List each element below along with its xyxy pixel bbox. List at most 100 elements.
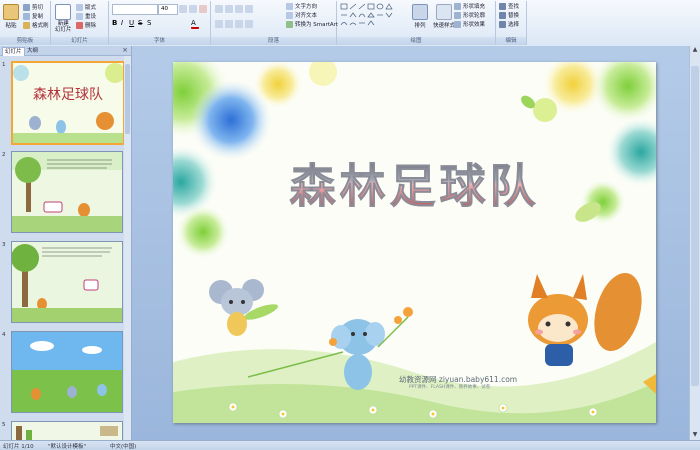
font-color-icon[interactable]: A xyxy=(191,19,199,29)
reset-icon xyxy=(76,12,83,20)
slide-background-art xyxy=(173,62,656,423)
slide-number: 2 xyxy=(2,152,6,158)
ribbon: 粘贴 剪切 复制 格式刷 剪贴板 新建 幻灯片 版式 重设 删除 幻灯片 40 … xyxy=(0,0,700,47)
thumbnail-scrollbar-thumb[interactable] xyxy=(125,64,130,134)
paste-icon xyxy=(3,4,19,20)
clipboard-group-label: 剪贴板 xyxy=(0,37,50,45)
replace-icon xyxy=(499,11,506,19)
scroll-down-icon[interactable]: ▼ xyxy=(690,431,700,440)
layout-button[interactable]: 版式 xyxy=(76,3,96,11)
drawing-group-label: 绘图 xyxy=(337,37,495,45)
paragraph-group: 文字方向 对齐文本 转换为 SmartArt 段落 xyxy=(211,1,338,45)
align-right-icon[interactable] xyxy=(235,20,243,28)
slide-number: 4 xyxy=(2,332,6,338)
font-group: 40 B I U S S A 字体 xyxy=(109,1,211,45)
copy-button[interactable]: 复制 xyxy=(23,12,43,20)
scroll-up-icon[interactable]: ▲ xyxy=(690,46,700,55)
bold-icon[interactable]: B xyxy=(112,19,120,27)
tab-slides[interactable]: 幻灯片 xyxy=(2,47,25,56)
thumbnail-4-art xyxy=(12,332,122,412)
find-button[interactable]: 查找 xyxy=(499,2,519,10)
fill-icon xyxy=(454,2,461,10)
pane-tabs: 幻灯片 大纲 × xyxy=(0,46,131,56)
decrease-indent-icon[interactable] xyxy=(235,5,243,13)
svg-text:森林足球队: 森林足球队 xyxy=(33,87,103,103)
slide-thumbnail-3[interactable] xyxy=(11,241,123,323)
slides-group: 新建 幻灯片 版式 重设 删除 幻灯片 xyxy=(51,1,109,45)
align-center-icon[interactable] xyxy=(225,20,233,28)
thumbnail-2-art xyxy=(12,152,122,232)
delete-slide-button[interactable]: 删除 xyxy=(76,21,96,29)
thumbnail-5-art xyxy=(12,422,122,440)
arrange-icon xyxy=(412,4,428,20)
thumbnail-1-art: 森林足球队 xyxy=(13,63,123,143)
replace-button[interactable]: 替换 xyxy=(499,11,519,19)
strikethrough-icon[interactable]: S xyxy=(138,19,146,27)
paste-button[interactable]: 粘贴 xyxy=(3,4,19,29)
font-size-box[interactable]: 40 xyxy=(158,4,178,15)
shadow-icon[interactable]: S xyxy=(147,19,155,27)
clipboard-group: 粘贴 剪切 复制 格式刷 剪贴板 xyxy=(0,1,51,45)
shape-fill-button[interactable]: 形状填充 xyxy=(454,2,485,10)
increase-indent-icon[interactable] xyxy=(245,5,253,13)
slide-thumbnail-1[interactable]: 森林足球队 xyxy=(11,61,125,145)
grow-font-icon[interactable] xyxy=(179,5,187,13)
slides-pane: 幻灯片 大纲 × 1 森林足球队 2 3 4 5 xyxy=(0,46,132,441)
quick-styles-button[interactable]: 快速样式 xyxy=(433,4,455,29)
numbering-icon[interactable] xyxy=(225,5,233,13)
binoculars-icon xyxy=(499,2,506,10)
select-icon xyxy=(499,20,506,28)
slide-canvas[interactable]: 森林足球队 幼教资源网 ziyuan.baby611.com PPT课件、FLA… xyxy=(173,62,656,423)
justify-icon[interactable] xyxy=(245,20,253,28)
slide-number: 5 xyxy=(2,422,6,428)
format-painter-button[interactable]: 格式刷 xyxy=(23,21,49,29)
slides-group-label: 幻灯片 xyxy=(51,37,108,45)
editing-group-label: 编辑 xyxy=(496,37,526,45)
drawing-group: 排列 快速样式 形状填充 形状轮廓 形状效果 绘图 xyxy=(337,1,496,45)
cut-button[interactable]: 剪切 xyxy=(23,3,43,11)
slide-thumbnail-2[interactable] xyxy=(11,151,123,233)
thumbnail-scrollbar[interactable] xyxy=(124,56,131,440)
shape-effects-button[interactable]: 形状效果 xyxy=(454,20,485,28)
arrange-button[interactable]: 排列 xyxy=(412,4,428,29)
align-text-icon xyxy=(286,11,293,19)
scissors-icon xyxy=(23,3,30,11)
tab-outline[interactable]: 大纲 xyxy=(25,47,40,55)
align-left-icon[interactable] xyxy=(215,20,223,28)
underline-icon[interactable]: U xyxy=(129,19,137,27)
text-direction-icon xyxy=(286,2,293,10)
shape-outline-button[interactable]: 形状轮廓 xyxy=(454,11,485,19)
outline-icon xyxy=(454,11,461,19)
smartart-icon xyxy=(286,20,293,28)
font-name-box[interactable] xyxy=(112,4,158,15)
font-size-value: 40 xyxy=(161,6,168,12)
editing-group: 查找 替换 选择 编辑 xyxy=(496,1,527,45)
slide-thumbnail-5[interactable] xyxy=(11,421,123,441)
reset-button[interactable]: 重设 xyxy=(76,12,96,20)
slide-number: 1 xyxy=(2,62,6,68)
vertical-scrollbar[interactable]: ▲ ▼ xyxy=(689,46,700,440)
select-button[interactable]: 选择 xyxy=(499,20,519,28)
close-icon[interactable]: × xyxy=(122,46,128,54)
shrink-font-icon[interactable] xyxy=(189,5,197,13)
italic-icon[interactable]: I xyxy=(121,19,129,27)
paragraph-group-label: 段落 xyxy=(211,37,336,45)
slide-thumbnail-4[interactable] xyxy=(11,331,123,413)
slide-title[interactable]: 森林足球队 xyxy=(173,150,656,216)
watermark-subtext: PPT课件、FLASH课件、教养故事、试卷 xyxy=(409,385,491,390)
quick-styles-icon xyxy=(436,4,452,20)
clear-format-icon[interactable] xyxy=(199,5,207,13)
new-slide-button[interactable]: 新建 幻灯片 xyxy=(55,4,72,33)
slide-number: 3 xyxy=(2,242,6,248)
align-text-button[interactable]: 对齐文本 xyxy=(286,11,317,19)
text-direction-button[interactable]: 文字方向 xyxy=(286,2,317,10)
smartart-button[interactable]: 转换为 SmartArt xyxy=(286,20,338,28)
thumbnail-3-art xyxy=(12,242,122,322)
new-slide-icon xyxy=(55,4,72,20)
bullets-icon[interactable] xyxy=(215,5,223,13)
vertical-scrollbar-thumb[interactable] xyxy=(691,66,699,386)
font-group-label: 字体 xyxy=(109,37,210,45)
brush-icon xyxy=(23,21,30,29)
delete-icon xyxy=(76,21,83,29)
shapes-gallery[interactable] xyxy=(340,3,400,33)
